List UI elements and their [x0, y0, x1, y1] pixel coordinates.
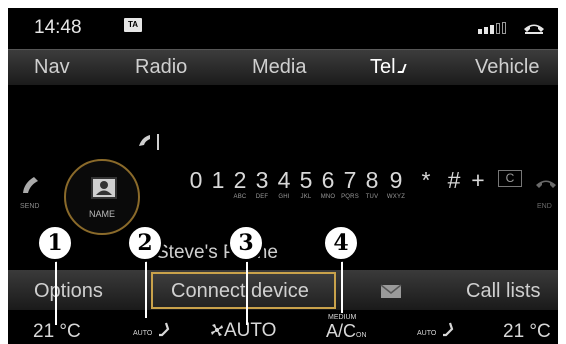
- contact-card-icon: [91, 177, 117, 199]
- seat-airflow-icon: [442, 322, 454, 337]
- key-5[interactable]: 5 JKL: [296, 166, 316, 200]
- key-9[interactable]: 9 WXYZ: [386, 166, 406, 200]
- envelope-icon[interactable]: [380, 284, 402, 299]
- end-call-icon[interactable]: [535, 176, 557, 190]
- status-bar: 14:48 TA: [8, 8, 558, 46]
- call-lists-button[interactable]: Call lists: [466, 280, 540, 303]
- clock: 14:48: [34, 17, 82, 38]
- callout-line-3: [246, 253, 248, 325]
- callout-3: 3: [227, 224, 265, 262]
- tab-media[interactable]: Media: [252, 56, 306, 79]
- right-seat-airflow[interactable]: AUTO: [417, 322, 455, 340]
- text-cursor: [157, 134, 159, 150]
- head-unit-screen: 14:48 TA Nav Radio Media Tel Vehicle SEN…: [8, 8, 558, 344]
- send-call-icon[interactable]: [20, 175, 40, 195]
- tab-nav[interactable]: Nav: [34, 56, 70, 79]
- name-label: NAME: [88, 209, 115, 219]
- key-1[interactable]: 1: [208, 166, 228, 194]
- key-hash[interactable]: #: [444, 166, 464, 194]
- name-button[interactable]: NAME: [64, 159, 140, 235]
- key-4[interactable]: 4 GHI: [274, 166, 294, 200]
- ac-control[interactable]: MEDIUM A/CON: [326, 314, 367, 342]
- key-plus[interactable]: +: [468, 166, 488, 194]
- main-menu: Nav Radio Media Tel Vehicle: [8, 49, 558, 85]
- key-2[interactable]: 2 ABC: [230, 166, 250, 200]
- selection-highlight: [151, 272, 336, 309]
- key-3[interactable]: 3 DEF: [252, 166, 272, 200]
- number-entry-field[interactable]: [136, 133, 164, 151]
- options-button[interactable]: Options: [34, 280, 103, 303]
- clear-button[interactable]: C: [498, 170, 522, 187]
- handset-icon: [139, 135, 150, 146]
- seat-airflow-icon: [158, 322, 170, 337]
- key-star[interactable]: *: [416, 166, 436, 194]
- fan-mode[interactable]: AUTO: [210, 320, 276, 342]
- right-temperature[interactable]: 21 °C: [503, 321, 551, 343]
- key-8[interactable]: 8 TUV: [362, 166, 382, 200]
- send-label: SEND: [20, 203, 40, 210]
- fan-icon: [211, 324, 223, 336]
- tab-tel-label: Tel: [370, 56, 396, 78]
- climate-bar: 21 °C AUTO AUTO MEDIUM A/CON AUTO 21 °C: [8, 314, 558, 344]
- tab-tel[interactable]: Tel: [370, 56, 407, 79]
- callout-2: 2: [126, 224, 164, 262]
- left-seat-airflow[interactable]: AUTO: [133, 322, 171, 340]
- callout-4: 4: [322, 224, 360, 262]
- key-0[interactable]: 0: [186, 166, 206, 194]
- tab-vehicle[interactable]: Vehicle: [475, 56, 540, 79]
- callout-line-4: [341, 253, 343, 313]
- active-marker-icon: [396, 64, 407, 73]
- key-7[interactable]: 7 PQRS: [340, 166, 360, 200]
- tab-radio[interactable]: Radio: [135, 56, 187, 79]
- callout-line-1: [55, 253, 57, 325]
- signal-strength-icon: [478, 22, 520, 34]
- ta-badge: TA: [124, 18, 142, 32]
- end-label: END: [537, 203, 552, 210]
- phone-hangup-icon: [524, 24, 544, 34]
- callout-line-2: [145, 253, 147, 318]
- callout-1: 1: [36, 224, 74, 262]
- key-6[interactable]: 6 MNO: [318, 166, 338, 200]
